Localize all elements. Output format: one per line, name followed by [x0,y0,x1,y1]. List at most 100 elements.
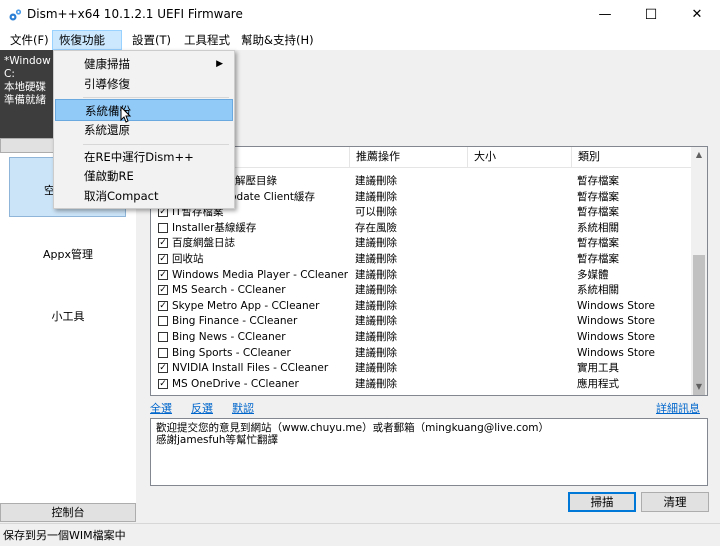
row-name: 百度網盤日誌 [172,237,235,250]
row-checkbox[interactable]: ✓ [158,269,168,280]
menu-item-system-backup[interactable]: 系統備份 [55,99,233,123]
column-header-size[interactable]: 大小 [467,147,571,167]
row-action: 建議刪除 [355,315,397,328]
menu-item-system-restore[interactable]: 系統還原 [55,119,233,141]
row-checkbox[interactable]: ✓ [158,300,168,311]
row-category: 暫存檔案 [577,237,619,250]
scan-button[interactable]: 掃描 [568,492,636,512]
row-size [473,174,571,190]
status-text: 保存到另一個WIM檔案中 [3,529,126,542]
row-category: Windows Store [577,331,655,343]
menu-tools[interactable]: 工具程式 [178,30,236,50]
row-checkbox[interactable]: ✓ [158,254,168,264]
table-row[interactable]: ✓ NVIDIA Install Files - CCleaner 建議刪除 實用工具 [151,361,691,377]
menu-separator [83,97,229,98]
nav-item-appx[interactable]: Appx管理 [0,246,136,262]
table-row[interactable]: ✓ 回收站 建議刪除 暫存檔案 [151,252,691,268]
row-name: Bing Finance - CCleaner [172,315,298,328]
table-row[interactable]: ✓ MS OneDrive - CCleaner 建議刪除 應用程式 [151,377,691,393]
row-action: 建議刪除 [355,175,397,187]
table-row[interactable]: Bing News - CCleaner 建議刪除 Windows Store [151,330,691,346]
menu-separator [83,144,229,145]
invert-selection-link[interactable]: 反選 [191,400,213,416]
row-name: Installer基線緩存 [172,221,257,234]
menu-help[interactable]: 幫助&支持(H) [235,30,320,50]
row-action: 建議刪除 [355,331,397,343]
row-size [473,330,571,346]
menu-file[interactable]: 文件(F) [4,30,55,50]
select-all-link[interactable]: 全選 [150,400,172,416]
row-category: 應用程式 [577,377,619,390]
row-size [473,346,571,362]
row-action: 建議刪除 [355,299,397,312]
row-checkbox[interactable] [158,316,168,327]
row-checkbox[interactable]: ✓ [158,378,168,389]
row-checkbox[interactable]: ✓ [158,285,168,296]
row-name: Bing Sports - CCleaner [172,346,291,359]
menu-recovery[interactable]: 恢復功能(R) [52,30,122,65]
menu-item-health-scan[interactable]: 健康掃描 ▶ [55,53,233,75]
row-name: Skype Metro App - CCleaner [172,299,320,312]
row-category: 多媒體 [577,268,609,281]
clean-button[interactable]: 清理 [641,492,709,512]
row-size [473,299,571,315]
close-button[interactable]: ✕ [674,0,720,30]
table-row[interactable]: ✓ Windows Media Player - CCleaner 建議刪除 多媒體 [151,268,691,284]
console-button[interactable]: 控制台 [0,503,136,522]
table-row[interactable]: Bing Finance - CCleaner 建議刪除 Windows Store [151,314,691,330]
menu-item-boot-repair[interactable]: 引導修復 [55,73,233,95]
row-checkbox[interactable] [158,332,168,342]
row-size [473,205,571,221]
nav-item-tools[interactable]: 小工具 [0,308,136,324]
row-category: Windows Store [577,346,655,359]
message-line: 感謝jamesfuh等幫忙翻譯 [156,434,279,446]
column-header-action[interactable]: 推薦操作 [349,147,467,167]
row-size [473,252,571,268]
row-size [473,314,571,330]
table-row[interactable]: ✓ MS Search - CCleaner 建議刪除 系統相關 [151,283,691,299]
row-action: 建議刪除 [355,284,397,297]
chevron-right-icon: ▶ [216,59,223,69]
default-link[interactable]: 默認 [232,400,254,416]
table-row[interactable]: ✓ Skype Metro App - CCleaner 建議刪除 Windows S… [151,299,691,315]
message-line: 歡迎提交您的意見到網站（www.chuyu.me）或者郵箱（mingkuang@… [156,422,550,434]
row-name: NVIDIA Install Files - CCleaner [172,362,329,375]
row-action: 建議刪除 [355,268,397,281]
row-action: 可以刪除 [355,206,397,219]
scroll-up-icon[interactable]: ▲ [691,147,707,163]
app-gear-icon [9,9,22,21]
row-category: Windows Store [577,315,655,328]
row-action: 建議刪除 [355,362,397,375]
maximize-button[interactable]: ☐ [628,0,674,30]
row-size [473,190,571,206]
row-size [473,361,571,377]
row-category: 暫存檔案 [577,175,619,187]
row-category: 暫存檔案 [577,206,619,219]
menu-item-cancel-compact[interactable]: 取消Compact [55,185,233,207]
menu-item-boot-re-only[interactable]: 僅啟動RE [55,165,233,187]
menu-settings[interactable]: 設置(T) [126,30,177,50]
table-row[interactable]: Bing Sports - CCleaner 建議刪除 Windows Store [151,346,691,362]
row-action: 建議刪除 [355,377,397,390]
menu-item-label: 健康掃描 [84,57,130,71]
recovery-dropdown-menu: 健康掃描 ▶ 引導修復 系統備份 系統還原 在RE中運行Dism++ 僅啟動RE… [53,50,235,209]
row-size [473,268,571,284]
row-name: MS OneDrive - CCleaner [172,377,299,390]
row-checkbox[interactable]: ✓ [158,363,168,374]
window-title: Dism++x64 10.1.2.1 UEFI Firmware [27,7,243,21]
row-checkbox[interactable]: ✓ [158,238,168,249]
row-category: 實用工具 [577,362,619,375]
scroll-thumb[interactable] [693,255,705,395]
row-size [473,283,571,299]
row-checkbox[interactable] [158,222,168,233]
table-row[interactable]: Installer基線緩存 存在風險 系統相關 [151,221,691,237]
minimize-button[interactable]: — [582,0,628,30]
column-header-category[interactable]: 類別 [571,147,691,167]
table-row[interactable]: ✓ 百度網盤日誌 建議刪除 暫存檔案 [151,236,691,252]
details-link[interactable]: 詳細訊息 [656,400,700,416]
scroll-down-icon[interactable]: ▼ [691,379,707,395]
row-checkbox[interactable] [158,347,168,358]
message-box[interactable]: 歡迎提交您的意見到網站（www.chuyu.me）或者郵箱（mingkuang@… [150,418,708,486]
row-category: 系統相關 [577,284,619,297]
row-category: 系統相關 [577,221,619,234]
